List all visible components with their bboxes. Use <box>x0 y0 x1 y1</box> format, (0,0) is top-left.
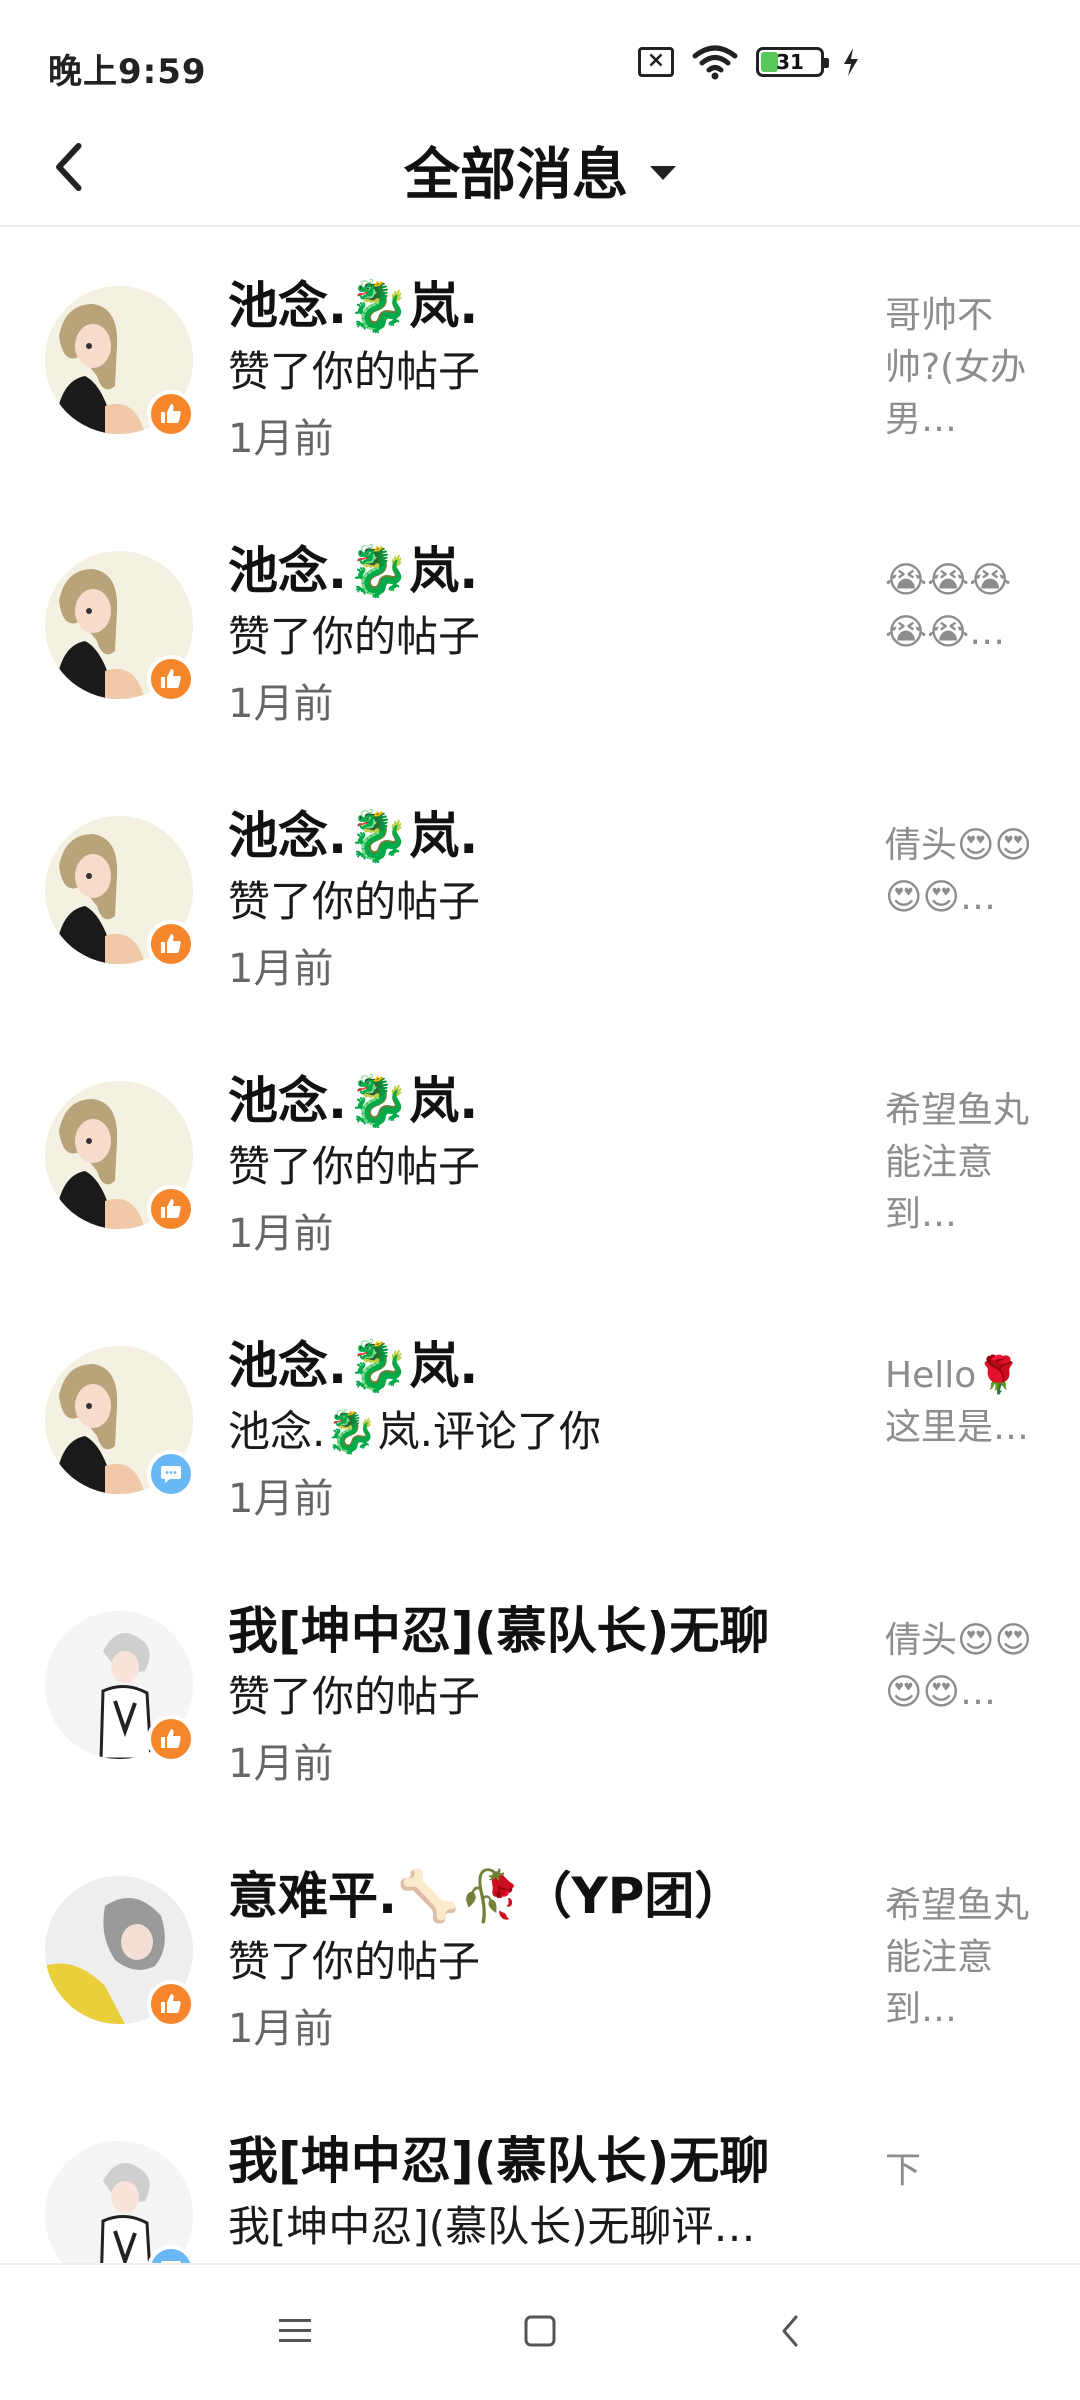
message-time: 1月前 <box>228 2006 334 2052</box>
status-bar: 晚上9:59 × 31 <box>0 0 1080 120</box>
avatar-wrap[interactable] <box>45 1876 195 2028</box>
post-preview[interactable]: 希望鱼丸能注意到… <box>885 1085 1035 1241</box>
message-row[interactable]: 意难平.🦴🥀（YP团） 赞了你的帖子 1月前 希望鱼丸能注意到… <box>0 1818 1080 2083</box>
sender-name[interactable]: 意难平.🦴🥀（YP团） <box>228 1856 744 1928</box>
message-time: 1月前 <box>228 681 334 727</box>
system-nav-bar <box>0 2263 1080 2400</box>
message-row[interactable]: 我[坤中忍](慕队长)无聊赞了你的帖子 1月前 倩头😍😍😍😍… <box>0 1553 1080 1818</box>
post-preview[interactable]: 下 <box>885 2145 1035 2197</box>
nav-back-button[interactable] <box>755 2301 825 2361</box>
message-action: 赞了你的帖子 <box>228 347 481 396</box>
message-time: 1月前 <box>228 1476 334 1522</box>
message-row[interactable]: 池念.🐉岚. 赞了你的帖子 1月前 哥帅不帅?(女办男… <box>0 228 1080 493</box>
sender-name[interactable]: 池念.🐉岚. <box>228 796 478 868</box>
back-triangle-icon <box>782 2315 798 2347</box>
header: 全部消息 <box>0 120 1080 227</box>
menu-button[interactable] <box>260 2301 330 2361</box>
avatar-wrap[interactable] <box>45 2141 195 2268</box>
message-action: 我[坤中忍](慕队长)无聊评… <box>228 2202 756 2251</box>
like-badge-icon <box>147 655 195 703</box>
page-title: 全部消息 <box>404 142 628 208</box>
home-button[interactable] <box>505 2301 575 2361</box>
message-time: 1月前 <box>228 946 334 992</box>
no-sim-icon: × <box>638 47 674 77</box>
status-time: 晚上9:59 <box>48 52 207 92</box>
like-badge-icon <box>147 920 195 968</box>
like-badge-icon <box>147 390 195 438</box>
post-preview[interactable]: 倩头😍😍😍😍… <box>885 1615 1035 1719</box>
battery-icon: 31 <box>756 47 829 77</box>
avatar-wrap[interactable] <box>45 1611 195 1763</box>
message-action: 赞了你的帖子 <box>228 1937 481 1986</box>
message-row[interactable]: 池念.🐉岚. 池念.🐉岚.评论了你 1月前 Hello🌹这里是… <box>0 1288 1080 1553</box>
charging-bolt-icon <box>844 48 858 76</box>
comment-badge-icon <box>147 1450 195 1498</box>
sender-name[interactable]: 池念.🐉岚. <box>228 531 478 603</box>
message-action: 池念.🐉岚.评论了你 <box>228 1407 601 1456</box>
message-action: 赞了你的帖子 <box>228 877 481 926</box>
message-row[interactable]: 池念.🐉岚. 赞了你的帖子 1月前 倩头😍😍😍😍… <box>0 758 1080 1023</box>
message-row[interactable]: 池念.🐉岚. 赞了你的帖子 1月前 😭😭😭😭😭… <box>0 493 1080 758</box>
status-icons: × 31 <box>638 44 860 80</box>
sender-name[interactable]: 我[坤中忍](慕队长)无聊 <box>228 2121 769 2193</box>
post-preview[interactable]: 😭😭😭😭😭… <box>885 555 1035 659</box>
post-preview[interactable]: Hello🌹这里是… <box>885 1350 1035 1454</box>
sender-name[interactable]: 池念.🐉岚. <box>228 266 478 338</box>
avatar-wrap[interactable] <box>45 1081 195 1233</box>
sender-name[interactable]: 池念.🐉岚. <box>228 1061 478 1133</box>
message-time: 1月前 <box>228 1741 334 1787</box>
like-badge-icon <box>147 1185 195 1233</box>
wifi-icon <box>692 45 738 80</box>
sender-name[interactable]: 我[坤中忍](慕队长)无聊 <box>228 1591 769 1663</box>
post-preview[interactable]: 哥帅不帅?(女办男… <box>885 290 1035 446</box>
avatar-wrap[interactable] <box>45 1346 195 1498</box>
message-time: 1月前 <box>228 1211 334 1257</box>
message-row[interactable]: 我[坤中忍](慕队长)无聊我[坤中忍](慕队长)无聊评… 下 <box>0 2083 1080 2268</box>
avatar-wrap[interactable] <box>45 816 195 968</box>
dropdown-triangle-icon <box>650 166 676 180</box>
message-list[interactable]: 池念.🐉岚. 赞了你的帖子 1月前 哥帅不帅?(女办男… 池念.🐉岚. 赞了你的帖子 1月前… <box>0 228 1080 2268</box>
battery-level: 31 <box>776 50 804 74</box>
post-preview[interactable]: 希望鱼丸能注意到… <box>885 1880 1035 2036</box>
message-time: 1月前 <box>228 416 334 462</box>
message-action: 赞了你的帖子 <box>228 1672 481 1721</box>
message-action: 赞了你的帖子 <box>228 612 481 661</box>
message-row[interactable]: 池念.🐉岚. 赞了你的帖子 1月前 希望鱼丸能注意到… <box>0 1023 1080 1288</box>
sender-name[interactable]: 池念.🐉岚. <box>228 1326 478 1398</box>
menu-icon <box>279 2319 311 2342</box>
like-badge-icon <box>147 1715 195 1763</box>
post-preview[interactable]: 倩头😍😍😍😍… <box>885 820 1035 924</box>
avatar-wrap[interactable] <box>45 286 195 438</box>
like-badge-icon <box>147 1980 195 2028</box>
home-square-icon <box>524 2315 556 2347</box>
avatar-wrap[interactable] <box>45 551 195 703</box>
message-action: 赞了你的帖子 <box>228 1142 481 1191</box>
title-dropdown[interactable]: 全部消息 <box>0 120 1080 220</box>
